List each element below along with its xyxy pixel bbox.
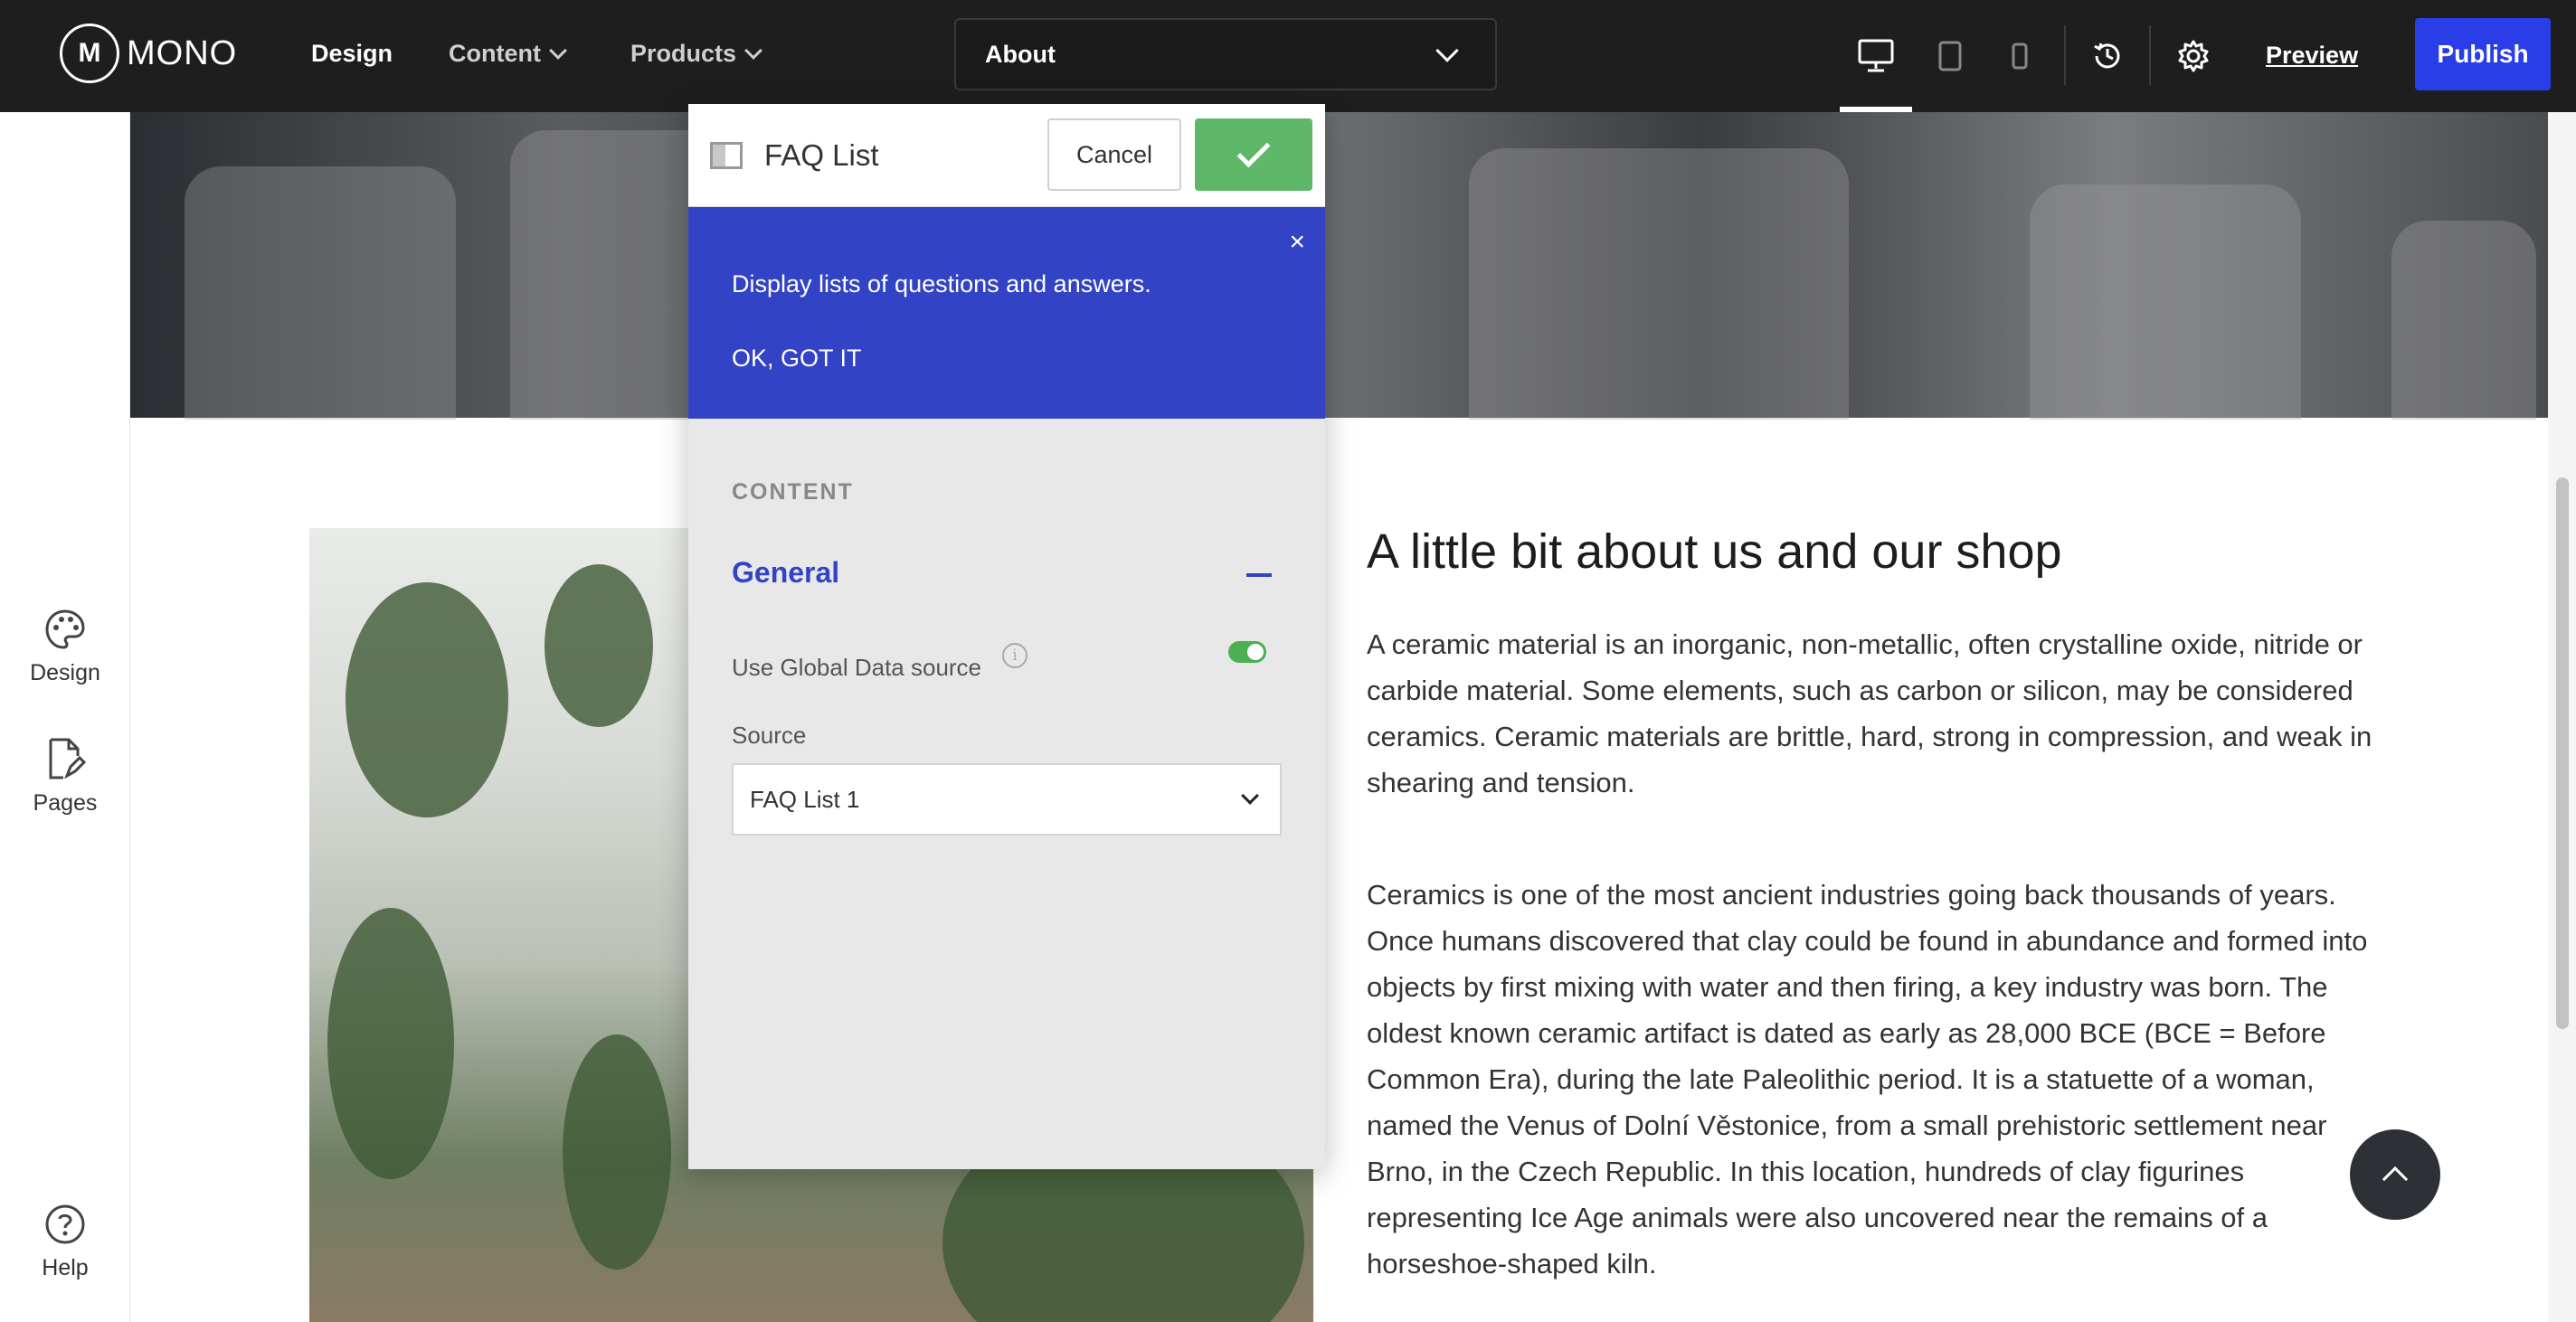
toggle-knob bbox=[1247, 644, 1264, 660]
hero-pot-shape bbox=[2030, 184, 2301, 420]
palette-icon bbox=[45, 609, 85, 649]
chevron-up-icon bbox=[2382, 1166, 2409, 1193]
chevron-down-icon bbox=[1241, 787, 1259, 805]
page-selector-value: About bbox=[985, 40, 1056, 68]
panel-title: FAQ List bbox=[764, 138, 879, 172]
cancel-button[interactable]: Cancel bbox=[1047, 118, 1181, 191]
scrollbar-thumb[interactable] bbox=[2556, 477, 2569, 1029]
tip-text: Display lists of questions and answers. bbox=[732, 270, 1151, 297]
confirm-button[interactable] bbox=[1195, 118, 1312, 191]
hero-pot-shape bbox=[185, 166, 456, 420]
hero-image bbox=[130, 112, 2548, 420]
mobile-icon bbox=[2012, 42, 2028, 70]
about-paragraph-1: A ceramic material is an inorganic, non-… bbox=[1367, 628, 2372, 798]
nav-design-label: Design bbox=[311, 40, 393, 67]
tablet-view-button[interactable] bbox=[1932, 33, 1968, 80]
nav-content-label: Content bbox=[449, 40, 541, 67]
chevron-down-icon bbox=[1435, 39, 1459, 62]
plant-shape bbox=[563, 1034, 671, 1270]
nav-products[interactable]: Products bbox=[630, 40, 762, 68]
source-label: Source bbox=[732, 722, 807, 749]
pages-icon bbox=[49, 738, 87, 779]
rail-help[interactable]: Help bbox=[0, 1203, 130, 1281]
logo-text: MONO bbox=[127, 33, 238, 72]
left-rail: Design Pages Help bbox=[0, 112, 130, 1322]
chevron-down-icon bbox=[744, 41, 762, 60]
site-canvas: A little bit about us and our shop A cer… bbox=[130, 112, 2548, 1322]
hero-pot-shape bbox=[1469, 148, 1849, 420]
rail-design[interactable]: Design bbox=[0, 608, 130, 686]
page-selector[interactable]: About bbox=[954, 18, 1497, 90]
canvas-scrollbar[interactable] bbox=[2548, 112, 2576, 1322]
nav-content[interactable]: Content bbox=[449, 40, 567, 68]
settings-button[interactable] bbox=[2174, 33, 2213, 80]
nav-products-label: Products bbox=[630, 40, 737, 67]
group-general-header[interactable]: General bbox=[732, 556, 839, 590]
faq-list-panel: FAQ List Cancel × Display lists of quest… bbox=[688, 104, 1325, 1169]
nav-design[interactable]: Design bbox=[311, 40, 393, 68]
global-data-source-label: Use Global Data source bbox=[732, 654, 982, 681]
close-icon[interactable]: × bbox=[1289, 227, 1305, 258]
info-tip: × Display lists of questions and answers… bbox=[688, 207, 1325, 419]
panel-header: FAQ List Cancel bbox=[688, 104, 1325, 207]
about-paragraph-2: Ceramics is one of the most ancient indu… bbox=[1367, 879, 2368, 1280]
top-bar: M MONO Design Content Products About Pre… bbox=[0, 0, 2576, 112]
desktop-view-button[interactable] bbox=[1854, 33, 1898, 80]
hero-pot-shape bbox=[2391, 221, 2536, 420]
toolbar-divider bbox=[2149, 25, 2151, 85]
about-heading: A little bit about us and our shop bbox=[1367, 524, 2062, 579]
section-label: CONTENT bbox=[732, 479, 854, 505]
rail-help-label: Help bbox=[42, 1255, 89, 1280]
tip-dismiss-button[interactable]: OK, GOT IT bbox=[732, 345, 862, 373]
source-select[interactable]: FAQ List 1 bbox=[732, 763, 1282, 836]
toolbar-divider bbox=[2064, 25, 2066, 85]
sidebar-toggle-icon[interactable] bbox=[710, 142, 743, 169]
tablet-icon bbox=[1938, 41, 1962, 71]
rail-pages-label: Pages bbox=[33, 790, 98, 816]
desktop-icon bbox=[1858, 39, 1894, 72]
plant-shape bbox=[346, 582, 508, 817]
history-icon bbox=[2094, 42, 2120, 69]
mobile-view-button[interactable] bbox=[2006, 33, 2033, 80]
help-icon bbox=[45, 1204, 85, 1244]
checkmark-icon bbox=[1236, 134, 1271, 168]
collapse-icon[interactable] bbox=[1246, 573, 1272, 577]
plant-shape bbox=[545, 564, 653, 727]
gear-icon bbox=[2178, 40, 2209, 72]
preview-link[interactable]: Preview bbox=[2266, 42, 2358, 70]
history-button[interactable] bbox=[2088, 33, 2127, 80]
chevron-down-icon bbox=[549, 41, 567, 60]
publish-button[interactable]: Publish bbox=[2415, 18, 2551, 90]
back-to-top-button[interactable] bbox=[2350, 1129, 2440, 1220]
rail-design-label: Design bbox=[30, 660, 100, 685]
info-icon[interactable]: i bbox=[1002, 643, 1028, 668]
source-select-value: FAQ List 1 bbox=[750, 785, 860, 813]
plant-shape bbox=[327, 908, 454, 1179]
rail-pages[interactable]: Pages bbox=[0, 736, 130, 817]
logo[interactable]: M MONO bbox=[60, 24, 237, 83]
global-data-source-toggle[interactable] bbox=[1228, 641, 1266, 663]
logo-mark: M bbox=[60, 24, 119, 83]
